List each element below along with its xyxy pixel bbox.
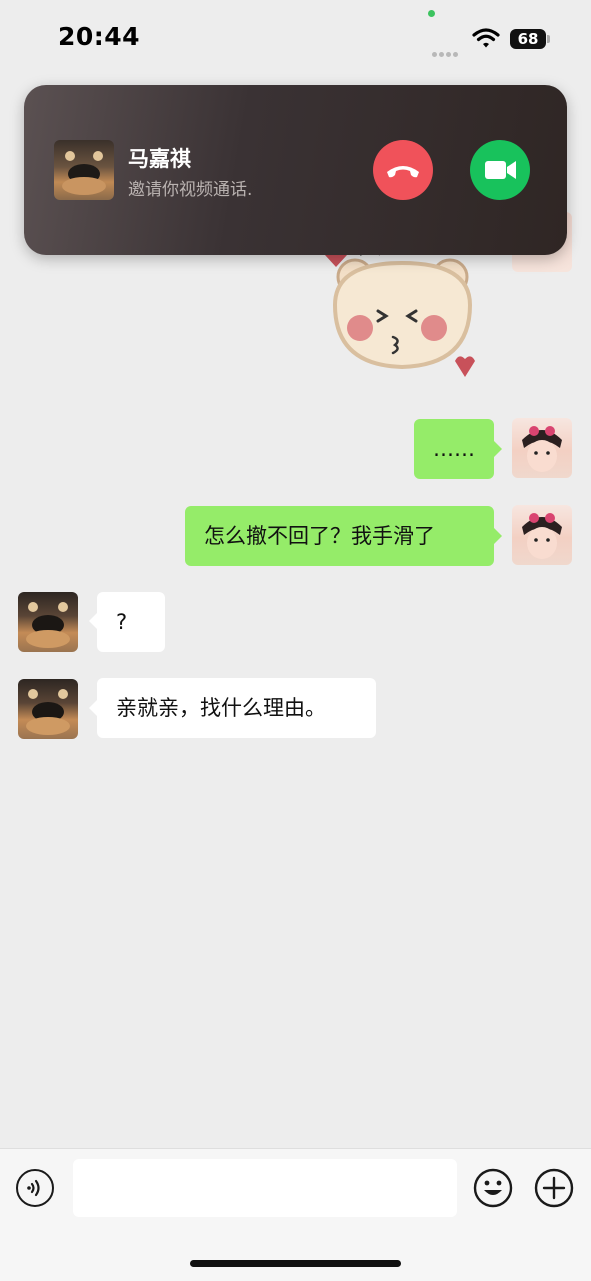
my-avatar[interactable] xyxy=(512,505,572,565)
caller-avatar xyxy=(54,140,114,200)
plus-icon xyxy=(534,1168,574,1208)
video-camera-icon xyxy=(485,161,516,179)
accept-video-call-button[interactable] xyxy=(470,140,530,200)
caller-name: 马嘉祺 xyxy=(128,147,191,171)
bubble-tail xyxy=(89,700,97,716)
bubble-tail xyxy=(89,613,97,629)
emoji-button[interactable] xyxy=(473,1168,513,1208)
message-bubble-incoming[interactable]: ? xyxy=(97,592,165,652)
contact-avatar[interactable] xyxy=(18,592,78,652)
message-bubble-incoming[interactable]: 亲就亲，找什么理由。 xyxy=(97,678,376,738)
voice-icon xyxy=(27,1179,40,1197)
incoming-call-banner[interactable]: 马嘉祺 邀请你视频通话. xyxy=(24,85,567,255)
call-subtitle: 邀请你视频通话. xyxy=(128,180,253,200)
voice-input-button[interactable] xyxy=(16,1169,54,1207)
signal-dots-icon xyxy=(432,42,464,57)
emoji-icon xyxy=(473,1168,513,1208)
battery-icon: 68 xyxy=(510,29,546,49)
contact-avatar[interactable] xyxy=(18,679,78,739)
message-bubble-outgoing[interactable]: 怎么撤不回了？我手滑了 xyxy=(185,506,494,566)
my-avatar[interactable] xyxy=(512,418,572,478)
bubble-tail xyxy=(494,528,502,544)
message-bubble-outgoing[interactable]: …… xyxy=(414,419,494,479)
message-input[interactable] xyxy=(73,1159,457,1217)
battery-cap xyxy=(547,35,550,43)
decline-call-button[interactable] xyxy=(373,140,433,200)
more-actions-button[interactable] xyxy=(534,1168,574,1208)
phone-hangup-icon xyxy=(387,166,419,178)
camera-indicator-dot xyxy=(428,10,435,17)
status-time: 20:44 xyxy=(58,22,141,51)
home-indicator[interactable] xyxy=(190,1260,401,1267)
bubble-tail xyxy=(494,441,502,457)
wifi-icon xyxy=(472,28,500,48)
